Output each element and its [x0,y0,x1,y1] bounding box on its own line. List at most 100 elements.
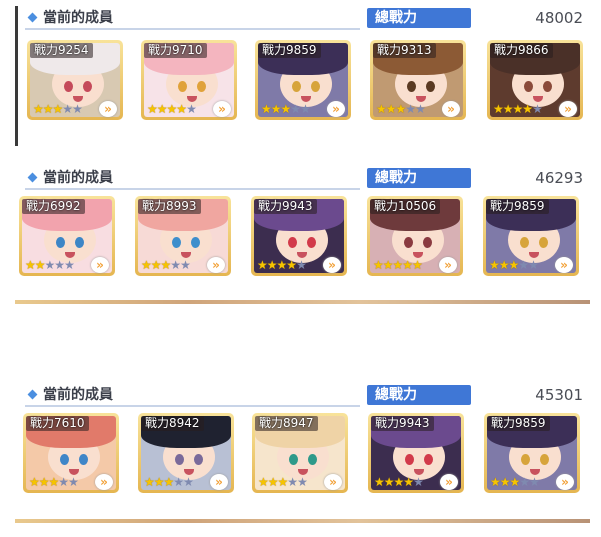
character-eye [60,454,69,465]
team-title: 當前的成員 [43,10,113,26]
diamond-icon [27,172,38,183]
star-filled-icon: ★ [395,102,407,116]
star-rating: ★★★★★ [376,102,426,116]
rank-arrow-icon: » [91,257,109,273]
star-filled-icon: ★ [156,102,168,116]
member-power: 戰力9254 [30,43,93,58]
member-card-5[interactable]: 戰力9859 ★★★★★ » [484,413,580,493]
star-empty-icon: ★ [44,258,56,272]
star-filled-icon: ★ [373,258,384,272]
star-rating: ★★★★★ [261,102,311,116]
star-filled-icon: ★ [493,102,504,116]
character-eye [308,454,317,465]
member-power: 戰力8942 [141,416,204,431]
character-eye [311,81,320,92]
star-filled-icon: ★ [25,258,36,272]
total-power-label: 總戰力 [367,385,471,405]
star-filled-icon: ★ [270,102,282,116]
rank-arrow-icon: » [556,474,574,490]
star-empty-icon: ★ [528,258,539,272]
star-filled-icon: ★ [261,102,272,116]
team-panel-3: 當前的成員 總戰力 45301 戰力7610 ★★★★★ » 戰力8942 ★★… [15,383,590,523]
star-filled-icon: ★ [499,475,511,489]
member-card-3[interactable]: 戰力9859 ★★★★★ » [255,40,351,120]
rank-arrow-icon: » [210,474,228,490]
star-rating: ★★★★★ [258,475,308,489]
star-filled-icon: ★ [144,475,155,489]
star-filled-icon: ★ [522,102,533,116]
rank-arrow-icon: » [559,101,577,117]
character-eye [405,454,414,465]
star-filled-icon: ★ [141,258,152,272]
member-card-3[interactable]: 戰力8947 ★★★★★ » [252,413,348,493]
star-filled-icon: ★ [392,258,404,272]
character-eye [56,237,65,248]
total-power-label: 總戰力 [367,8,471,28]
team-panel-1: 當前的成員 總戰力 48002 戰力9254 ★★★★★ » 戰力9710 ★★… [15,6,590,146]
star-filled-icon: ★ [276,258,288,272]
star-filled-icon: ★ [48,475,60,489]
team-header: 當前的成員 總戰力 46293 [15,166,590,190]
title-underline: 當前的成員 [25,8,360,30]
total-power-value: 48002 [535,9,583,27]
star-filled-icon: ★ [403,475,414,489]
title-underline: 當前的成員 [25,168,360,190]
title-underline: 當前的成員 [25,385,360,407]
rank-arrow-icon: » [99,101,117,117]
star-filled-icon: ★ [153,475,165,489]
star-filled-icon: ★ [166,102,178,116]
character-eye [424,454,433,465]
star-filled-icon: ★ [402,258,413,272]
star-rating: ★★★★★ [141,258,191,272]
star-filled-icon: ★ [33,102,44,116]
star-filled-icon: ★ [267,475,279,489]
star-empty-icon: ★ [518,258,529,272]
star-empty-icon: ★ [186,102,197,116]
star-empty-icon: ★ [72,102,83,116]
star-filled-icon: ★ [498,258,510,272]
star-rating: ★★★★★ [33,102,83,116]
member-card-4[interactable]: 戰力9943 ★★★★★ » [368,413,464,493]
character-eye [79,454,88,465]
rank-arrow-icon: » [442,101,460,117]
star-empty-icon: ★ [405,102,416,116]
star-filled-icon: ★ [286,258,297,272]
character-eye [407,81,416,92]
member-card-5[interactable]: 戰力9866 ★★★★★ » [487,40,583,120]
character-eye [423,237,432,248]
member-card-4[interactable]: 戰力10506 ★★★★★ » [367,196,463,276]
member-card-5[interactable]: 戰力9859 ★★★★★ » [483,196,579,276]
star-filled-icon: ★ [490,475,501,489]
star-rating: ★★★★★ [489,258,539,272]
star-empty-icon: ★ [287,475,298,489]
member-card-2[interactable]: 戰力8993 ★★★★★ » [135,196,231,276]
member-power: 戰力9710 [144,43,207,58]
member-card-4[interactable]: 戰力9313 ★★★★★ » [370,40,466,120]
rank-arrow-icon: » [555,257,573,273]
star-filled-icon: ★ [383,475,395,489]
rank-arrow-icon: » [327,101,345,117]
member-power: 戰力6992 [22,199,85,214]
member-card-3[interactable]: 戰力9943 ★★★★★ » [251,196,347,276]
character-eye [175,454,184,465]
character-eye [540,454,549,465]
star-empty-icon: ★ [58,475,69,489]
member-card-2[interactable]: 戰力8942 ★★★★★ » [138,413,234,493]
character-eye [197,81,206,92]
team-header: 當前的成員 總戰力 45301 [15,383,590,407]
member-card-1[interactable]: 戰力6992 ★★★★★ » [19,196,115,276]
member-card-2[interactable]: 戰力9710 ★★★★★ » [141,40,237,120]
member-power: 戰力9866 [490,43,553,58]
member-power: 戰力8947 [255,416,318,431]
member-power: 戰力7610 [26,416,89,431]
star-filled-icon: ★ [257,258,268,272]
star-filled-icon: ★ [512,102,524,116]
member-card-1[interactable]: 戰力9254 ★★★★★ » [27,40,123,120]
member-power: 戰力9943 [371,416,434,431]
star-empty-icon: ★ [62,102,73,116]
character-eye [289,454,298,465]
star-empty-icon: ★ [54,258,65,272]
character-eye [191,237,200,248]
diamond-icon [27,389,38,400]
member-card-1[interactable]: 戰力7610 ★★★★★ » [23,413,119,493]
